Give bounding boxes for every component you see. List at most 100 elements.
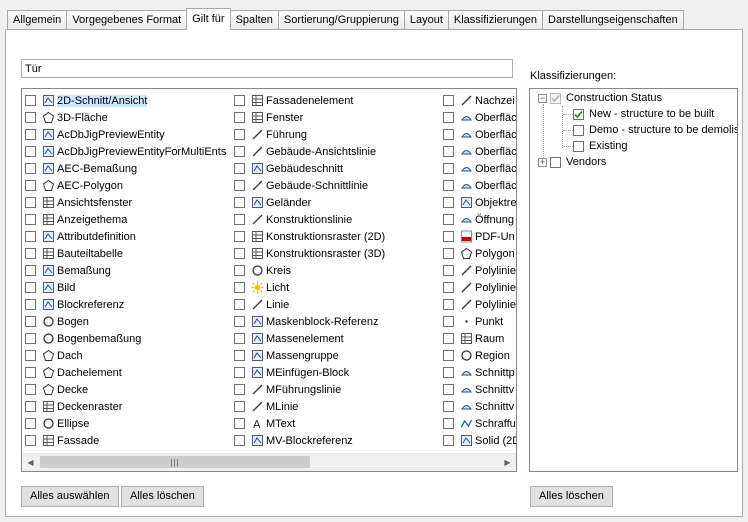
item-checkbox[interactable]: [234, 146, 245, 157]
classification-tree[interactable]: − Construction Status New - structure to…: [529, 88, 738, 472]
tab-allgemein[interactable]: Allgemein: [7, 10, 68, 29]
horizontal-scrollbar[interactable]: ◀ ||| ▶: [22, 453, 516, 471]
item-checkbox[interactable]: [25, 299, 36, 310]
item-checkbox[interactable]: [25, 146, 36, 157]
item-checkbox[interactable]: [234, 180, 245, 191]
list-item[interactable]: Polygon: [443, 245, 516, 262]
item-checkbox[interactable]: [234, 435, 245, 446]
list-item[interactable]: Oberfläc: [443, 143, 516, 160]
item-checkbox[interactable]: [234, 299, 245, 310]
item-checkbox[interactable]: [443, 350, 454, 361]
list-item[interactable]: Attributdefinition: [25, 228, 226, 245]
tree-checkbox[interactable]: [573, 140, 584, 152]
item-checkbox[interactable]: [234, 282, 245, 293]
list-item[interactable]: Fenster: [234, 109, 385, 126]
item-checkbox[interactable]: [234, 316, 245, 327]
scroll-right-arrow-icon[interactable]: ▶: [499, 454, 516, 471]
tab-gilt-fuer[interactable]: Gilt für: [186, 8, 231, 30]
list-item[interactable]: Konstruktionsraster (3D): [234, 245, 385, 262]
list-item[interactable]: Geländer: [234, 194, 385, 211]
tab-klassifizierungen[interactable]: Klassifizierungen: [447, 10, 544, 29]
list-item[interactable]: Kreis: [234, 262, 385, 279]
item-checkbox[interactable]: [443, 384, 454, 395]
item-checkbox[interactable]: [443, 163, 454, 174]
item-checkbox[interactable]: [234, 384, 245, 395]
list-item[interactable]: Fassade: [25, 432, 226, 449]
item-checkbox[interactable]: [443, 282, 454, 293]
select-all-button[interactable]: Alles auswählen: [21, 486, 119, 507]
expand-icon[interactable]: +: [538, 157, 547, 167]
item-checkbox[interactable]: [443, 299, 454, 310]
list-item[interactable]: Konstruktionslinie: [234, 211, 385, 228]
item-checkbox[interactable]: [443, 197, 454, 208]
list-item[interactable]: Fassadenelement: [234, 92, 385, 109]
item-checkbox[interactable]: [443, 95, 454, 106]
list-item[interactable]: Öffnung: [443, 211, 516, 228]
list-item[interactable]: Punkt: [443, 313, 516, 330]
tree-node-demo[interactable]: Demo - structure to be demolis: [573, 122, 737, 138]
list-item[interactable]: AcDbJigPreviewEntity: [25, 126, 226, 143]
list-item[interactable]: Massengruppe: [234, 347, 385, 364]
list-item[interactable]: Licht: [234, 279, 385, 296]
item-checkbox[interactable]: [443, 316, 454, 327]
list-item[interactable]: Objektre: [443, 194, 516, 211]
object-type-list[interactable]: 2D-Schnitt/Ansicht 3D-Fläche AcDbJigPrevie…: [21, 88, 517, 472]
list-item[interactable]: Konstruktionsraster (2D): [234, 228, 385, 245]
list-item[interactable]: Schnittp: [443, 364, 516, 381]
item-checkbox[interactable]: [25, 384, 36, 395]
item-checkbox[interactable]: [25, 95, 36, 106]
list-item[interactable]: Solid (2D: [443, 432, 516, 449]
item-checkbox[interactable]: [25, 112, 36, 123]
list-item[interactable]: PDF-Un: [443, 228, 516, 245]
item-checkbox[interactable]: [443, 248, 454, 259]
collapse-icon[interactable]: −: [538, 93, 547, 103]
item-checkbox[interactable]: [25, 129, 36, 140]
item-checkbox[interactable]: [25, 163, 36, 174]
item-checkbox[interactable]: [443, 231, 454, 242]
item-checkbox[interactable]: [443, 112, 454, 123]
clear-all-button[interactable]: Alles löschen: [121, 486, 204, 507]
tree-checkbox[interactable]: [550, 156, 561, 168]
list-item[interactable]: Gebäude-Schnittlinie: [234, 177, 385, 194]
list-item[interactable]: 2D-Schnitt/Ansicht: [25, 92, 226, 109]
list-item[interactable]: Bogen: [25, 313, 226, 330]
list-item[interactable]: Raum: [443, 330, 516, 347]
list-item[interactable]: Anzeigethema: [25, 211, 226, 228]
item-checkbox[interactable]: [234, 95, 245, 106]
item-checkbox[interactable]: [443, 401, 454, 412]
list-item[interactable]: AEC-Polygon: [25, 177, 226, 194]
list-item[interactable]: Schnittv: [443, 398, 516, 415]
list-item[interactable]: Bauteiltabelle: [25, 245, 226, 262]
list-item[interactable]: Oberfläc: [443, 126, 516, 143]
item-checkbox[interactable]: [443, 435, 454, 446]
list-item[interactable]: Führung: [234, 126, 385, 143]
item-checkbox[interactable]: [25, 350, 36, 361]
item-checkbox[interactable]: [25, 333, 36, 344]
item-checkbox[interactable]: [234, 197, 245, 208]
tree-checkbox[interactable]: [550, 92, 561, 104]
tree-node-vendors[interactable]: + Vendors: [538, 154, 606, 170]
list-item[interactable]: Maskenblock-Referenz: [234, 313, 385, 330]
tab-darstellungseigenschaften[interactable]: Darstellungseigenschaften: [542, 10, 684, 29]
list-item[interactable]: Dachelement: [25, 364, 226, 381]
list-item[interactable]: Bogenbemaßung: [25, 330, 226, 347]
tab-vorgegebenes-format[interactable]: Vorgegebenes Format: [66, 10, 188, 29]
list-item[interactable]: Ellipse: [25, 415, 226, 432]
list-item[interactable]: Polylinie: [443, 262, 516, 279]
item-checkbox[interactable]: [234, 112, 245, 123]
tab-sortierung[interactable]: Sortierung/Gruppierung: [277, 10, 405, 29]
item-checkbox[interactable]: [25, 214, 36, 225]
list-item[interactable]: Decke: [25, 381, 226, 398]
item-checkbox[interactable]: [25, 197, 36, 208]
item-checkbox[interactable]: [234, 265, 245, 276]
clear-all-classifications-button[interactable]: Alles löschen: [530, 486, 613, 507]
list-item[interactable]: Schnittv: [443, 381, 516, 398]
list-item[interactable]: Linie: [234, 296, 385, 313]
list-item[interactable]: Polylinie: [443, 279, 516, 296]
list-item[interactable]: Region: [443, 347, 516, 364]
item-checkbox[interactable]: [234, 129, 245, 140]
tree-node-existing[interactable]: Existing: [573, 138, 628, 154]
list-item[interactable]: MLinie: [234, 398, 385, 415]
list-item[interactable]: Bild: [25, 279, 226, 296]
item-checkbox[interactable]: [443, 214, 454, 225]
